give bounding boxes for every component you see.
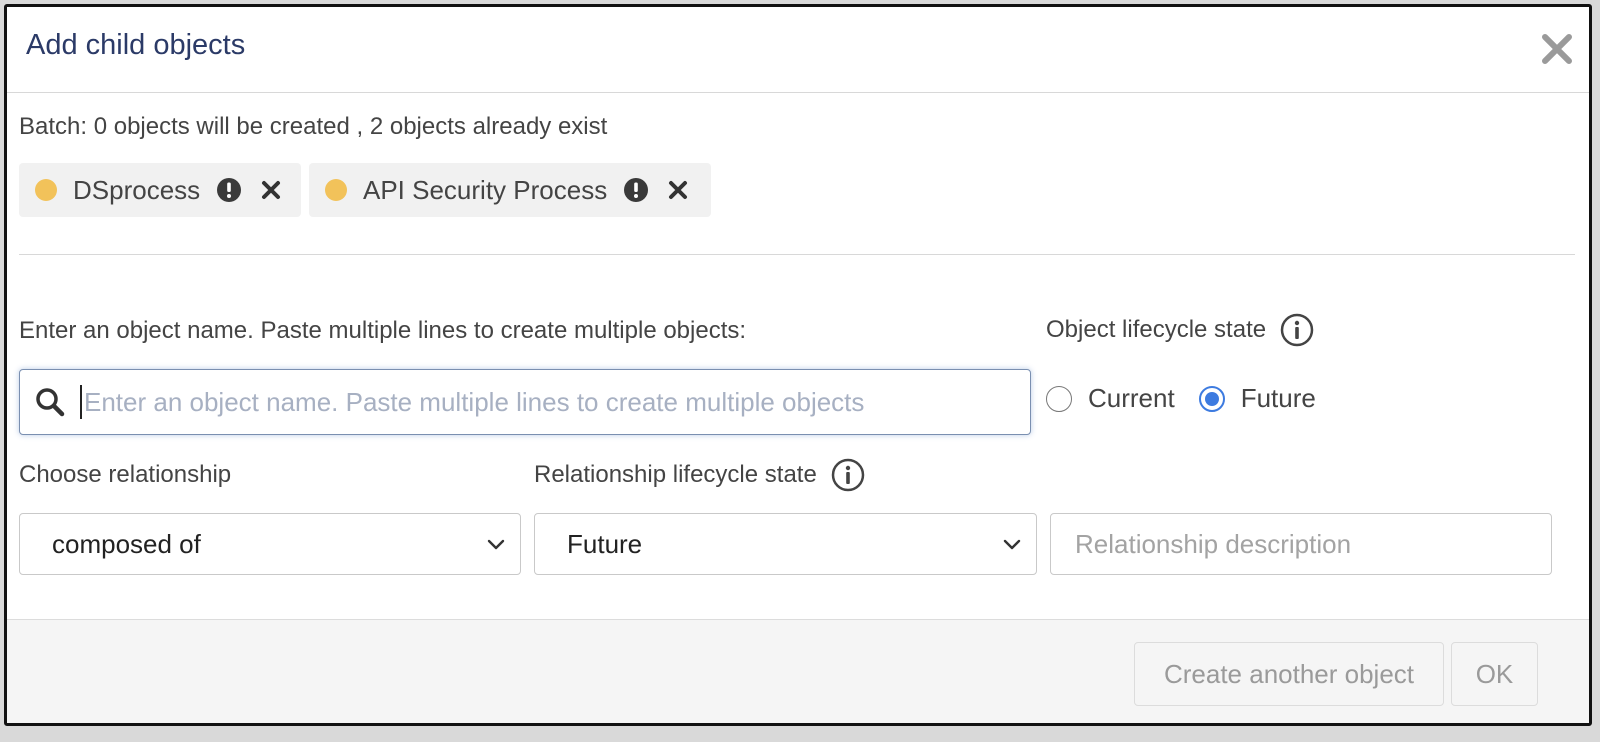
object-lifecycle-radio-group: Current Future	[1046, 383, 1340, 414]
object-name-label: Enter an object name. Paste multiple lin…	[19, 317, 746, 345]
relationship-description-input[interactable]	[1050, 513, 1552, 575]
object-name-label-text: Enter an object name. Paste multiple lin…	[19, 317, 747, 344]
radio-future[interactable]	[1198, 385, 1225, 412]
relationship-selected-value: composed of	[52, 528, 201, 559]
chevron-down-icon	[484, 532, 508, 556]
radio-current[interactable]	[1046, 385, 1072, 412]
batch-item-chip: API Security Process	[309, 163, 711, 217]
exclamation-circle-icon	[623, 177, 649, 203]
dialog-footer: Create another object OK	[7, 619, 1589, 723]
status-dot	[325, 179, 347, 201]
relationship-lifecycle-label: Relationship lifecycle state	[534, 458, 865, 492]
add-child-objects-dialog: Add child objects Batch: 0 objects will …	[4, 4, 1592, 726]
batch-item-label: API Security Process	[363, 174, 608, 205]
exclamation-circle-icon	[216, 177, 242, 203]
remove-item-close-icon[interactable]	[667, 179, 689, 201]
batch-summary: Batch: 0 objects will be created , 2 obj…	[19, 113, 608, 140]
remove-item-close-icon[interactable]	[260, 179, 282, 201]
batch-item-chip: DSprocess	[19, 163, 301, 217]
relationship-lifecycle-select[interactable]: Future	[534, 513, 1037, 575]
choose-relationship-label: Choose relationship	[19, 461, 231, 489]
object-lifecycle-label: Object lifecycle state	[1046, 313, 1314, 347]
ok-button[interactable]: OK	[1451, 642, 1538, 706]
object-lifecycle-label-text: Object lifecycle state	[1046, 316, 1267, 343]
chevron-down-icon	[1000, 532, 1024, 556]
choose-relationship-label-text: Choose relationship	[19, 461, 232, 488]
dialog-header: Add child objects	[7, 7, 1589, 93]
status-dot	[35, 179, 57, 201]
relationship-lifecycle-selected-value: Future	[567, 528, 643, 559]
batch-item-label: DSprocess	[73, 174, 201, 205]
radio-future-label: Future	[1240, 383, 1316, 413]
relationship-lifecycle-label-text: Relationship lifecycle state	[534, 461, 817, 488]
divider	[19, 254, 1575, 255]
radio-current-label: Current	[1088, 383, 1175, 413]
info-icon[interactable]	[1280, 313, 1314, 347]
create-another-object-button[interactable]: Create another object	[1134, 642, 1444, 706]
search-icon	[34, 386, 66, 418]
object-name-input[interactable]	[80, 385, 1030, 419]
object-name-field[interactable]	[19, 369, 1031, 435]
info-icon[interactable]	[831, 458, 865, 492]
close-icon[interactable]	[1537, 29, 1577, 69]
dialog-title: Add child objects	[26, 29, 246, 61]
relationship-select[interactable]: composed of	[19, 513, 521, 575]
